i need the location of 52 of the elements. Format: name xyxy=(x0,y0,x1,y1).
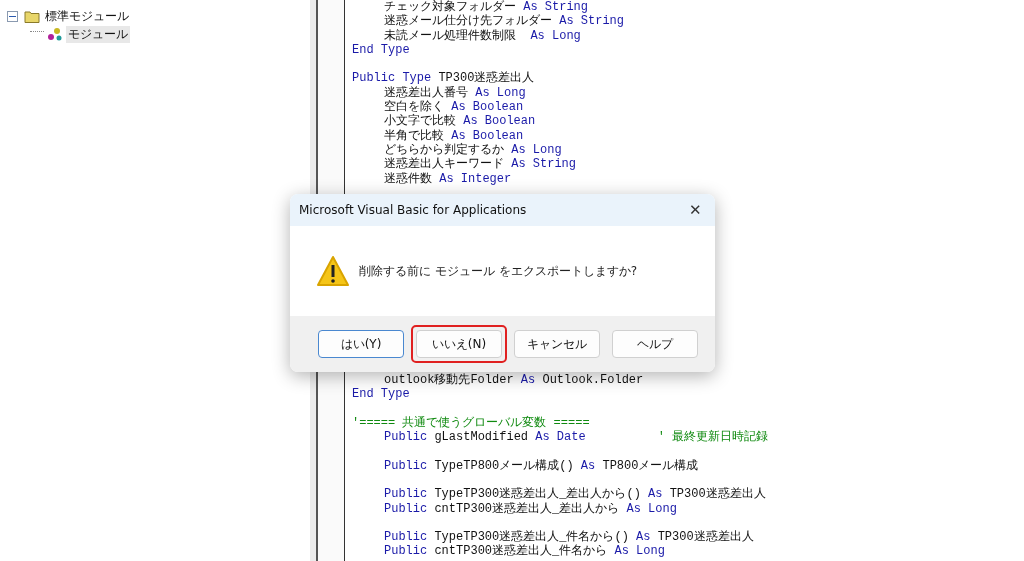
code-text: TP800メール構成 xyxy=(602,458,699,473)
code-text: 未読メール処理件数制限 xyxy=(384,28,517,43)
code-text: TypeTP800メール構成() xyxy=(434,458,575,473)
code-text: 空白を除く xyxy=(384,100,444,115)
code-text: As xyxy=(580,458,597,473)
code-text: Public xyxy=(384,544,429,559)
code-text: As xyxy=(648,487,664,502)
code-text: As Date xyxy=(535,430,586,445)
code-text: Public xyxy=(384,430,429,445)
code-text: gLastModified xyxy=(434,430,530,445)
code-text: Public xyxy=(384,487,429,502)
code-text: cntTP300迷惑差出人_件名から xyxy=(434,544,609,559)
code-text: As Long xyxy=(511,142,562,157)
code-text: As Boolean xyxy=(463,114,536,129)
code-text: As Long xyxy=(614,544,665,559)
code-text: As String xyxy=(559,14,624,29)
code-text: チェック対象フォルダー xyxy=(384,0,517,14)
code-text: outlook移動先Folder xyxy=(384,372,515,387)
code-text: As String xyxy=(511,157,576,172)
code-text: As xyxy=(636,530,652,545)
code-text: As xyxy=(520,372,536,387)
code-text: ' 最終更新日時記録 xyxy=(656,430,769,445)
code-text: 半角で比較 xyxy=(384,128,444,143)
code-text: TP300迷惑差出人 xyxy=(438,71,535,86)
code-text: As String xyxy=(523,0,588,14)
code-text: Public xyxy=(384,458,429,473)
code-text: 小文字で比較 xyxy=(384,114,457,129)
code-text: TP300迷惑差出人 xyxy=(657,530,754,545)
code-text: TypeTP300迷惑差出人_差出人から() xyxy=(434,487,642,502)
code-text: どちらから判定するか xyxy=(384,142,505,157)
code-text: TypeTP300迷惑差出人_件名から() xyxy=(434,530,630,545)
code-text: Public Type xyxy=(352,71,433,86)
dialog-title: Microsoft Visual Basic for Applications xyxy=(299,203,527,217)
code-text: As Boolean xyxy=(451,128,524,143)
code-text: '===== 共通で使うグローバル変数 ===== xyxy=(352,415,590,430)
dialog-message: 削除する前に モジュール をエクスポートしますか? xyxy=(359,262,637,280)
code-text: Outlook.Folder xyxy=(541,372,644,387)
code-text: Public xyxy=(384,530,429,545)
code-text: End Type xyxy=(352,42,410,57)
code-text: As Integer xyxy=(439,171,512,186)
code-text: As Boolean xyxy=(451,100,524,115)
code-text: 迷惑差出人キーワード xyxy=(384,157,505,172)
code-text: cntTP300迷惑差出人_差出人から xyxy=(434,501,621,516)
code-text: End Type xyxy=(352,387,410,402)
code-text: 迷惑差出人番号 xyxy=(384,85,469,100)
code-text: As Long xyxy=(475,85,526,100)
code-text: As Long xyxy=(626,501,677,516)
code-text: As Long xyxy=(530,28,581,43)
code-text: Public xyxy=(384,501,429,516)
code-text: 迷惑メール仕分け先フォルダー xyxy=(384,14,553,29)
code-text: 迷惑件数 xyxy=(384,171,433,186)
code-text: TP300迷惑差出人 xyxy=(669,487,766,502)
